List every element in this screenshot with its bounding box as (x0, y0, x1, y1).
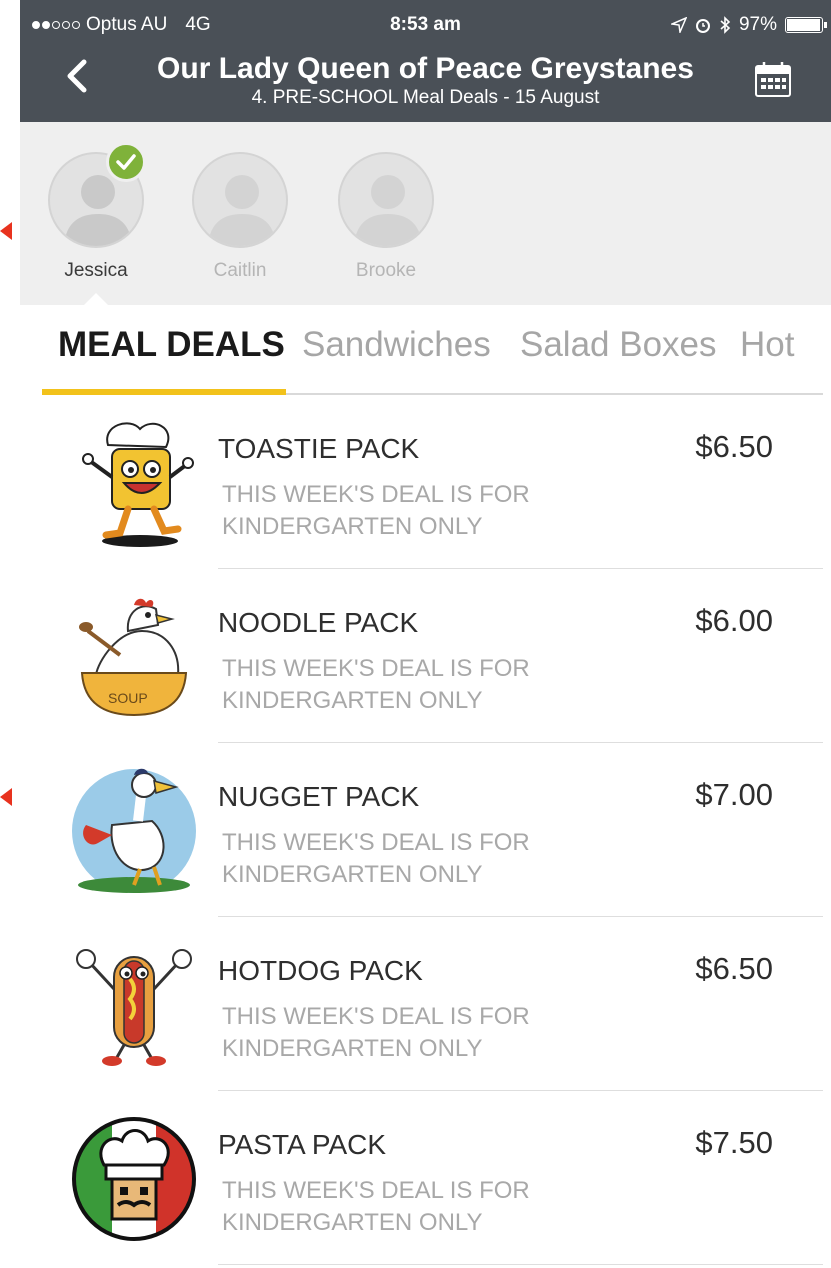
child-name: Brooke (355, 260, 417, 281)
meal-description: THIS WEEK'S DEAL IS FOR KINDERGARTEN ONL… (222, 655, 530, 714)
child-caitlin[interactable]: Caitlin (190, 152, 290, 282)
person-silhouette-icon (208, 175, 276, 246)
tab-sandwiches[interactable]: Sandwiches (302, 325, 491, 365)
meal-price: $6.50 (695, 429, 773, 464)
meal-item-pasta-pack[interactable]: PASTA PACK THIS WEEK'S DEAL IS FOR KINDE… (20, 1091, 831, 1265)
bluetooth-icon (720, 16, 731, 34)
tab-meal-deals[interactable]: MEAL DEALS (58, 325, 285, 365)
selected-child-pointer (84, 293, 108, 305)
meal-description: THIS WEEK'S DEAL IS FOR KINDERGARTEN ONL… (222, 1177, 530, 1236)
child-name: Caitlin (213, 260, 267, 281)
meal-price: $7.00 (695, 777, 773, 812)
title-block: Our Lady Queen of Peace Greystanes 4. PR… (110, 52, 741, 110)
meal-price: $6.00 (695, 603, 773, 638)
alarm-icon (695, 19, 710, 33)
annotation-arrow-2 (0, 788, 12, 806)
avatar (192, 152, 288, 248)
category-tabs: MEAL DEALS Sandwiches Salad Boxes Hot (42, 305, 823, 395)
meal-name: HOTDOG PACK (218, 955, 423, 986)
rooster-mascot-image (68, 765, 200, 897)
meal-price: $7.50 (695, 1125, 773, 1160)
calendar-icon (755, 62, 791, 97)
page-title: Our Lady Queen of Peace Greystanes (157, 52, 694, 85)
meal-item-nugget-pack[interactable]: NUGGET PACK THIS WEEK'S DEAL IS FOR KIND… (20, 743, 831, 917)
battery-percent: 97% (738, 14, 777, 35)
back-button[interactable] (58, 56, 98, 96)
meal-name: PASTA PACK (218, 1129, 387, 1160)
meal-item-toastie-pack[interactable]: TOASTIE PACK THIS WEEK'S DEAL IS FOR KIN… (20, 395, 831, 569)
child-name: Jessica (64, 260, 128, 281)
meal-description: THIS WEEK'S DEAL IS FOR KINDERGARTEN ONL… (222, 829, 530, 888)
person-silhouette-icon (354, 175, 422, 246)
meal-price: $6.50 (695, 951, 773, 986)
avatar (338, 152, 434, 248)
page-subtitle: 4. PRE-SCHOOL Meal Deals - 15 August (251, 87, 600, 108)
italian-chef-mascot-image (68, 1113, 200, 1245)
tab-salad-boxes[interactable]: Salad Boxes (520, 325, 717, 365)
battery-icon (785, 17, 827, 33)
location-arrow-icon (670, 17, 687, 33)
meal-name: TOASTIE PACK (218, 433, 420, 464)
header-bar: Optus AU 4G 8:53 am 97% Our Lady Queen o… (20, 0, 831, 122)
child-brooke[interactable]: Brooke (336, 152, 436, 282)
calendar-button[interactable] (753, 60, 793, 100)
phone-screen: Optus AU 4G 8:53 am 97% Our Lady Queen o… (20, 0, 831, 1268)
tab-hot[interactable]: Hot (740, 325, 794, 365)
annotation-arrow-1 (0, 222, 12, 240)
meal-description: THIS WEEK'S DEAL IS FOR KINDERGARTEN ONL… (222, 1003, 530, 1062)
hotdog-mascot-image (68, 939, 200, 1071)
chevron-left-icon (67, 59, 87, 93)
meal-name: NOODLE PACK (218, 607, 419, 638)
meal-item-hotdog-pack[interactable]: HOTDOG PACK THIS WEEK'S DEAL IS FOR KIND… (20, 917, 831, 1091)
meal-item-noodle-pack[interactable]: SOUP NOODLE PACK THIS WEEK'S DEAL IS FOR… (20, 569, 831, 743)
status-bar: Optus AU 4G 8:53 am 97% (20, 10, 831, 40)
svg-text:SOUP: SOUP (108, 690, 148, 706)
meal-description: THIS WEEK'S DEAL IS FOR KINDERGARTEN ONL… (222, 481, 530, 540)
toastie-mascot-image (68, 417, 200, 549)
meal-name: NUGGET PACK (218, 781, 420, 812)
selected-check-icon (106, 142, 146, 182)
row-divider (218, 1264, 823, 1265)
child-selector: Jessica Caitlin Brooke (20, 122, 831, 305)
chicken-soup-mascot-image: SOUP (68, 591, 200, 723)
